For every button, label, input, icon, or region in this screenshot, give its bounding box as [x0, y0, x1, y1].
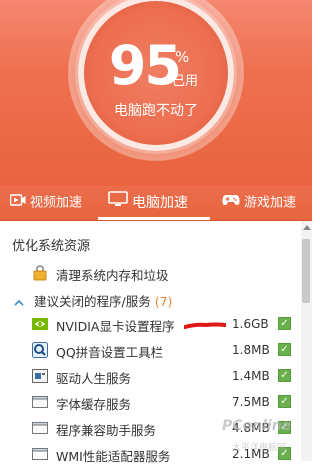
group-count: (7) — [154, 294, 173, 309]
program-size: 1.8MB — [232, 343, 270, 357]
program-name: 驱动人生服务 — [56, 371, 132, 386]
scroll-up-arrow-icon[interactable] — [303, 225, 311, 230]
chevron-up-icon[interactable] — [14, 292, 24, 311]
program-name: NVIDIA显卡设置程序 — [56, 319, 175, 334]
close-programs-group[interactable]: 建议关闭的程序/服务 (7) — [0, 287, 300, 313]
watermark-logo: PConline — [222, 418, 292, 434]
status-caption: 电脑跑不动了 — [114, 103, 198, 119]
program-name: 程序兼容助手服务 — [56, 423, 157, 438]
program-checkbox[interactable]: ✓ — [278, 395, 291, 408]
active-tab-indicator — [98, 217, 210, 220]
program-name: QQ拼音设置工具栏 — [56, 345, 164, 360]
watermark-subtitle: 太平洋电脑网 — [232, 443, 287, 453]
percent-sign: % — [175, 48, 190, 66]
program-size: 1.6GB — [232, 317, 269, 331]
service-icon — [32, 446, 48, 462]
nvidia-icon — [32, 316, 48, 332]
tab-pc-boost[interactable]: 电脑加速 — [108, 186, 188, 220]
monitor-icon — [108, 186, 128, 220]
clean-memory-item[interactable]: 清理系统内存和垃圾 — [0, 261, 300, 287]
scrollbar-thumb[interactable] — [302, 239, 310, 303]
tab-bar: 视频加速 电脑加速 游戏加速 — [0, 186, 312, 221]
section-title: 优化系统资源 — [12, 239, 91, 254]
program-name: 字体缓存服务 — [56, 397, 132, 412]
group-label-text: 建议关闭的程序/服务 — [34, 294, 151, 309]
red-annotation-mark — [184, 322, 226, 329]
header-panel: 95 % 已用 电脑跑不动了 — [0, 0, 312, 186]
tab-video-boost[interactable]: 视频加速 — [9, 186, 83, 220]
program-row[interactable]: QQ拼音设置工具栏 1.8MB ✓ — [0, 338, 300, 364]
driver-icon — [32, 368, 48, 384]
program-row[interactable]: NVIDIA显卡设置程序 1.6GB ✓ — [0, 312, 300, 338]
service-icon — [32, 394, 48, 410]
qq-pinyin-icon — [32, 342, 48, 358]
program-checkbox[interactable]: ✓ — [278, 317, 291, 330]
group-label: 建议关闭的程序/服务 (7) — [34, 291, 172, 310]
clean-memory-label: 清理系统内存和垃圾 — [56, 268, 169, 283]
program-checkbox[interactable]: ✓ — [278, 343, 291, 356]
used-label: 已用 — [172, 74, 199, 89]
program-size: 7.5MB — [232, 395, 270, 409]
lock-broom-icon — [32, 265, 48, 281]
program-name: WMI性能适配器服务 — [56, 449, 171, 464]
video-icon — [9, 186, 26, 220]
memory-percent: 95 — [108, 34, 182, 97]
tab-game-boost[interactable]: 游戏加速 — [222, 186, 296, 220]
program-checkbox[interactable]: ✓ — [278, 369, 291, 382]
program-row[interactable]: 驱动人生服务 1.4MB ✓ — [0, 364, 300, 390]
tab-game-label: 游戏加速 — [244, 195, 297, 211]
gamepad-icon — [222, 186, 240, 220]
tab-pc-label: 电脑加速 — [132, 195, 188, 211]
program-size: 1.4MB — [232, 369, 270, 383]
program-row[interactable]: 字体缓存服务 7.5MB ✓ — [0, 390, 300, 416]
service-icon — [32, 420, 48, 436]
tab-video-label: 视频加速 — [30, 195, 83, 211]
